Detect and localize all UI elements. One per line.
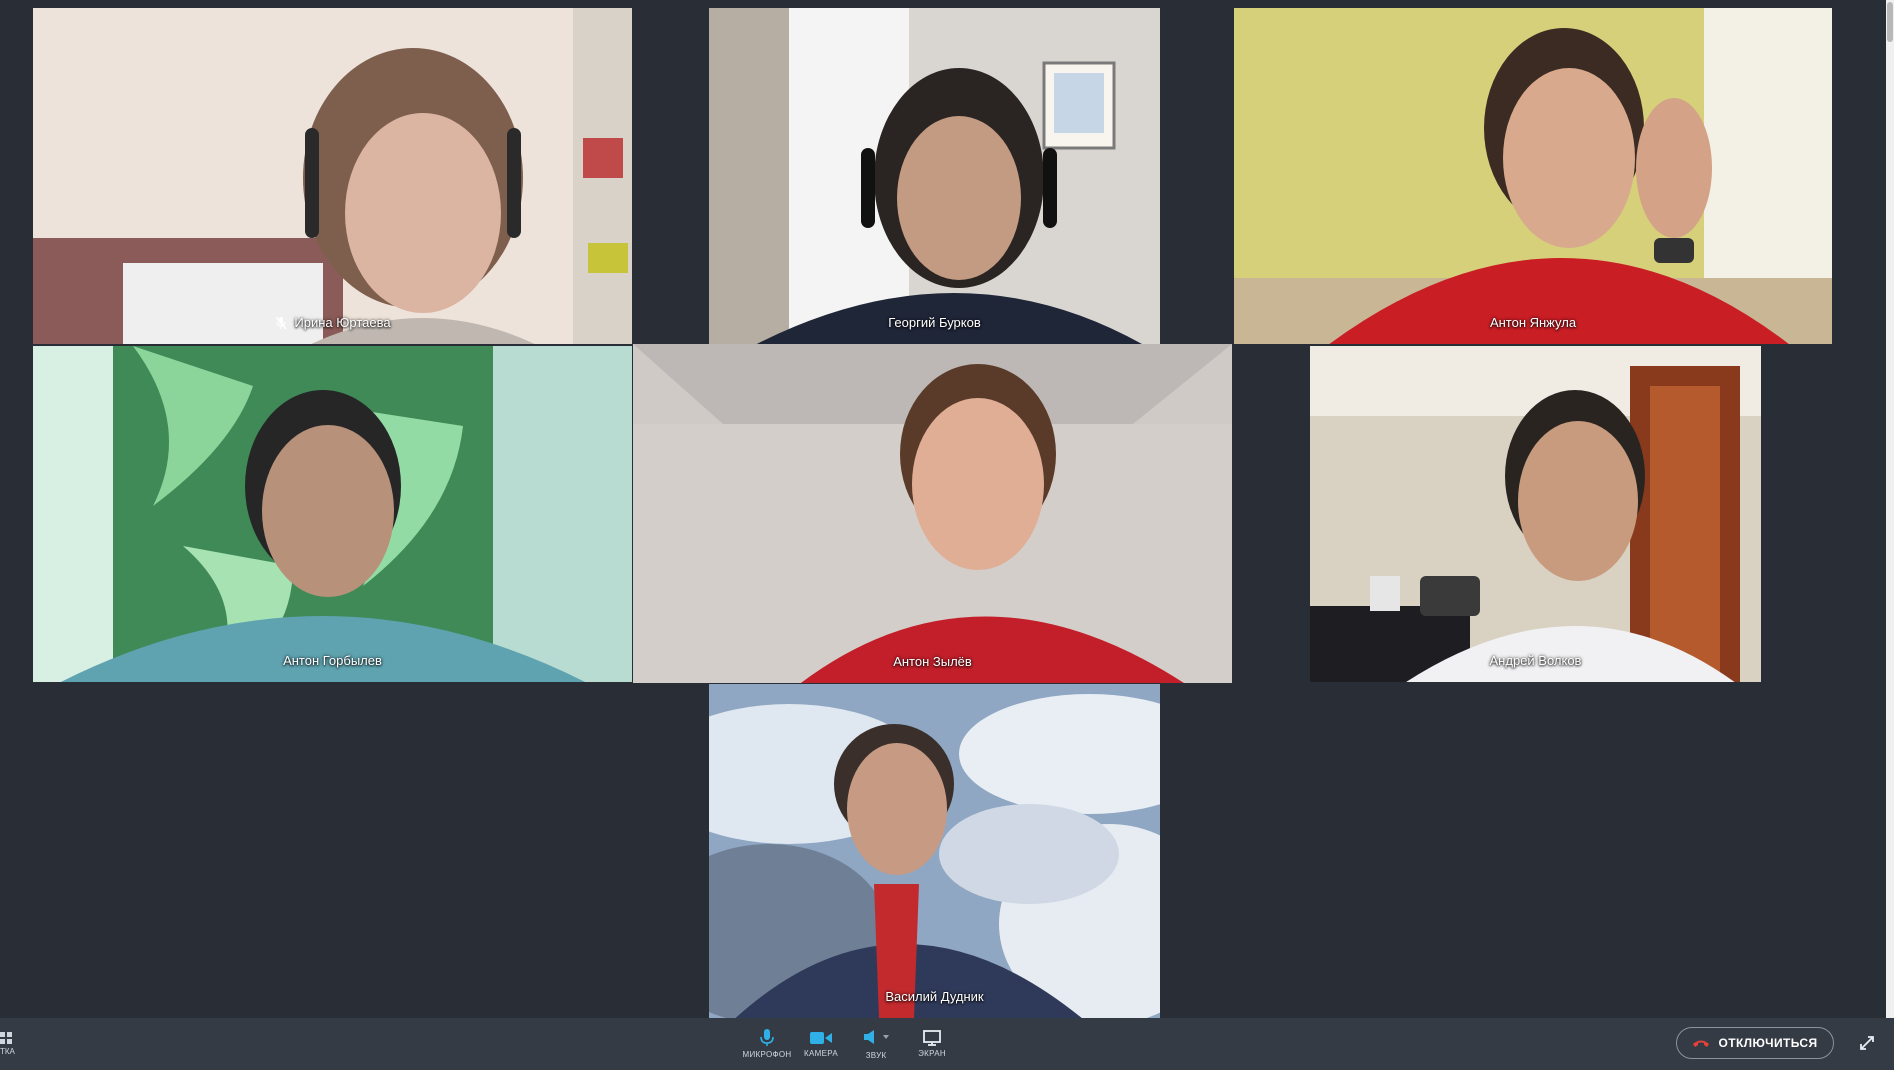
participant-name-label: Ирина Юртаева xyxy=(33,315,632,330)
participant-name-label: Антон Зылёв xyxy=(633,654,1232,669)
video-feed xyxy=(709,684,1160,1018)
video-tile[interactable]: Антон Янжула xyxy=(1234,8,1832,344)
microphone-icon xyxy=(760,1029,774,1046)
hangup-button[interactable]: ОТКЛЮЧИТЬСЯ xyxy=(1676,1027,1834,1059)
video-tile[interactable]: Ирина Юртаева xyxy=(33,8,632,344)
camera-button[interactable]: КАМЕРА xyxy=(793,1018,849,1070)
fullscreen-button[interactable] xyxy=(1856,1032,1878,1054)
microphone-button[interactable]: МИКРОФОН xyxy=(739,1018,795,1070)
mic-muted-icon xyxy=(275,316,287,329)
participant-name: Ирина Юртаева xyxy=(294,315,391,330)
video-grid: Ирина Юртаева Георгий Бурков Антон Янжул… xyxy=(0,0,1894,1018)
expand-icon xyxy=(1860,1036,1874,1050)
video-tile[interactable]: Георгий Бурков xyxy=(709,8,1160,344)
chevron-down-icon[interactable] xyxy=(883,1034,889,1039)
video-feed xyxy=(709,8,1160,344)
participant-name: Антон Горбылев xyxy=(283,653,382,668)
participant-name-label: Георгий Бурков xyxy=(709,315,1160,330)
microphone-label: МИКРОФОН xyxy=(742,1050,792,1059)
screen-share-button[interactable]: ЭКРАН xyxy=(904,1018,960,1070)
grid-icon xyxy=(0,1032,12,1044)
video-tile[interactable]: Антон Горбылев xyxy=(33,346,632,682)
participant-name: Георгий Бурков xyxy=(888,315,981,330)
participant-name-label: Андрей Волков xyxy=(1310,653,1761,668)
sound-button[interactable]: ЗВУК xyxy=(848,1018,904,1070)
video-tile-active-speaker[interactable]: Антон Зылёв xyxy=(633,344,1232,683)
sound-label: ЗВУК xyxy=(865,1050,887,1060)
participant-name: Василий Дудник xyxy=(885,989,984,1004)
scrollbar-thumb[interactable] xyxy=(1887,2,1893,42)
video-feed xyxy=(33,346,632,682)
phone-hangup-icon xyxy=(1693,1040,1710,1047)
speaker-icon xyxy=(864,1029,874,1044)
monitor-icon xyxy=(923,1030,941,1046)
grid-label: ТКА xyxy=(0,1047,15,1056)
video-feed xyxy=(1234,8,1832,344)
screen-label: ЭКРАН xyxy=(918,1049,946,1058)
participant-name-label: Антон Янжула xyxy=(1234,315,1832,330)
participant-name: Андрей Волков xyxy=(1489,653,1582,668)
participant-name: Антон Янжула xyxy=(1489,315,1577,330)
video-tile[interactable]: Василий Дудник xyxy=(709,684,1160,1018)
video-feed xyxy=(33,8,632,344)
scrollbar[interactable] xyxy=(1886,0,1894,1018)
video-tile[interactable]: Андрей Волков xyxy=(1310,346,1761,682)
call-toolbar: ТКА МИКРОФОН КАМЕРА ЗВУК ЭКРАН ОТКЛЮЧИТЬ… xyxy=(0,1018,1894,1070)
video-feed xyxy=(1310,346,1761,682)
grid-layout-button[interactable]: ТКА xyxy=(0,1018,22,1070)
camera-icon xyxy=(810,1032,832,1044)
participant-name-label: Антон Горбылев xyxy=(33,653,632,668)
camera-label: КАМЕРА xyxy=(804,1049,838,1058)
hangup-label: ОТКЛЮЧИТЬСЯ xyxy=(1718,1036,1818,1050)
participant-name-label: Василий Дудник xyxy=(709,989,1160,1004)
participant-name: Антон Зылёв xyxy=(893,654,972,669)
video-feed xyxy=(633,344,1232,683)
